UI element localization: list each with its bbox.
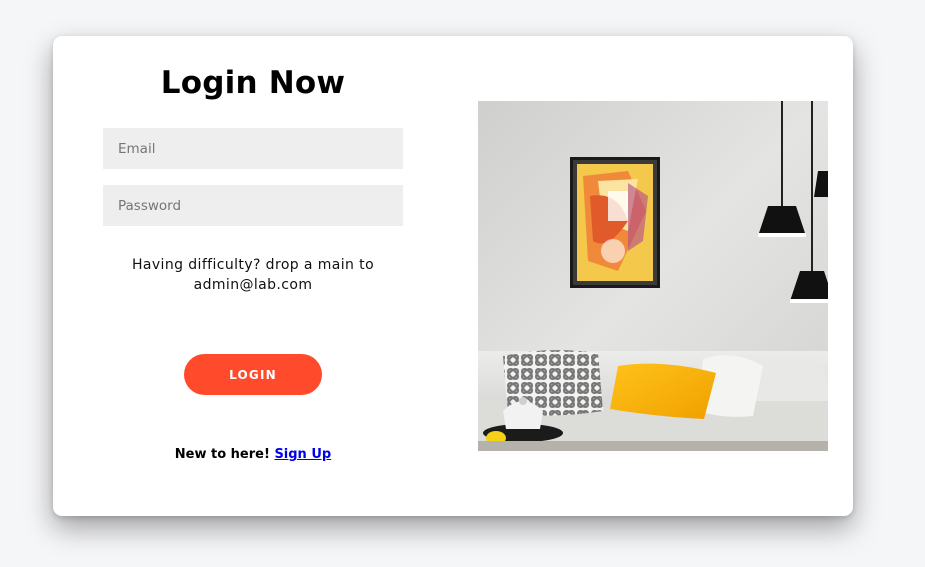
signup-link[interactable]: Sign Up <box>274 447 331 462</box>
signup-prompt-text: New to here! <box>174 447 270 462</box>
email-field[interactable] <box>103 128 403 169</box>
signup-prompt: New to here! Sign Up <box>103 447 403 462</box>
login-form: Login Now Having difficulty? drop a main… <box>103 36 403 516</box>
login-button[interactable]: LOGIN <box>184 354 322 395</box>
password-field[interactable] <box>103 185 403 226</box>
living-room-image <box>478 101 828 451</box>
help-text: Having difficulty? drop a main to admin@… <box>131 257 375 293</box>
login-card: Login Now Having difficulty? drop a main… <box>53 36 853 516</box>
page-title: Login Now <box>160 65 346 101</box>
